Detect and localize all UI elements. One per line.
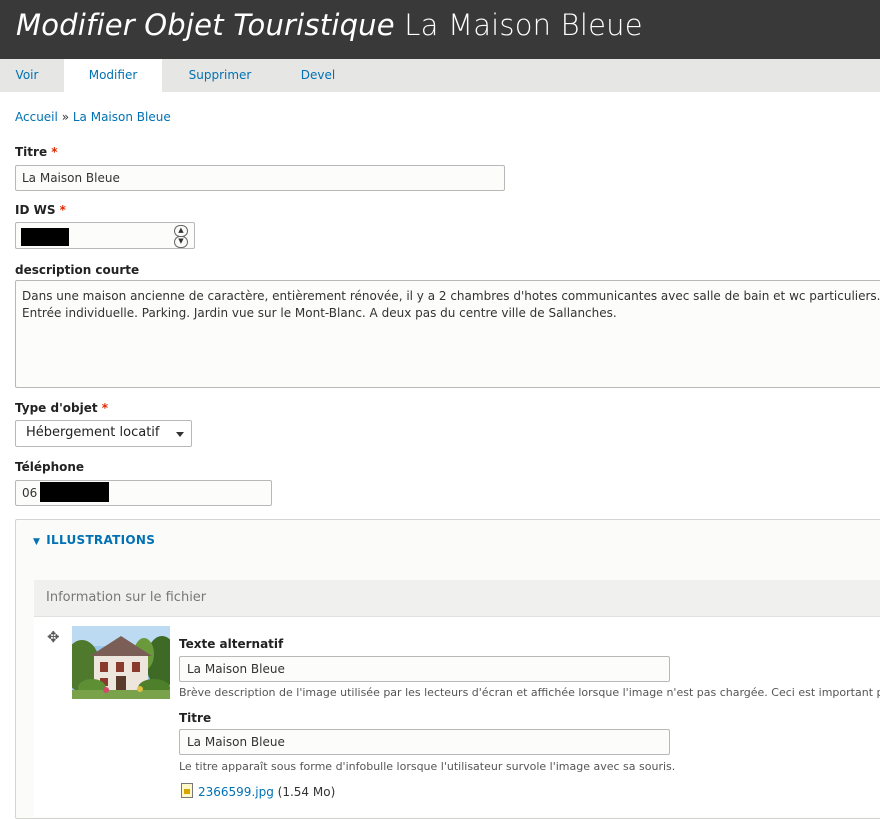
breadcrumb: Accueil » La Maison Bleue	[15, 110, 171, 124]
number-spinner[interactable]: ▲ ▼	[174, 225, 188, 248]
alt-text-label: Texte alternatif	[179, 637, 284, 651]
file-size: (1.54 Mo)	[277, 785, 336, 799]
image-title-input[interactable]: La Maison Bleue	[179, 729, 670, 755]
breadcrumb-current-link[interactable]: La Maison Bleue	[73, 110, 171, 124]
tab-supprimer[interactable]: Supprimer	[162, 59, 278, 92]
breadcrumb-separator: »	[61, 110, 70, 124]
redacted-block	[21, 228, 69, 246]
illustrations-toggle[interactable]: ▼ Illustrations	[33, 533, 155, 547]
titre-label: Titre *	[15, 145, 58, 159]
breadcrumb-home-link[interactable]: Accueil	[15, 110, 58, 124]
description-label: description courte	[15, 263, 140, 277]
drag-handle-icon[interactable]: ✥	[47, 628, 60, 646]
type-objet-label-text: Type d'objet	[15, 401, 98, 415]
telephone-prefix: 06	[22, 486, 38, 500]
file-entry: 2366599.jpg (1.54 Mo)	[181, 783, 335, 799]
chevron-down-icon[interactable]: ▼	[174, 236, 188, 248]
image-title-description: Le titre apparaît sous forme d'infobulle…	[179, 760, 676, 773]
titre-input[interactable]: La Maison Bleue	[15, 165, 505, 191]
tab-voir[interactable]: Voir	[0, 59, 54, 92]
caret-down-icon	[176, 432, 184, 437]
primary-tabs: Voir Modifier Supprimer Devel	[0, 59, 880, 92]
illustrations-legend-text: Illustrations	[46, 533, 156, 547]
tab-modifier[interactable]: Modifier	[64, 59, 162, 92]
id-ws-label: ID WS *	[15, 203, 66, 217]
page-title: Modifier Objet Touristique La Maison Ble…	[16, 8, 643, 42]
page-title-name: La Maison Bleue	[404, 8, 643, 42]
id-ws-label-text: ID WS	[15, 203, 56, 217]
telephone-label: Téléphone	[15, 460, 85, 474]
type-objet-label: Type d'objet *	[15, 401, 108, 415]
triangle-down-icon: ▼	[33, 537, 41, 547]
alt-text-description: Brève description de l'image utilisée pa…	[179, 686, 880, 699]
titre-label-text: Titre	[15, 145, 48, 159]
page-header: Modifier Objet Touristique La Maison Ble…	[0, 0, 880, 59]
required-mark: *	[59, 203, 66, 217]
file-info-header: Information sur le fichier	[34, 580, 880, 617]
image-title-label: Titre	[179, 711, 212, 725]
required-mark: *	[51, 145, 58, 159]
required-mark: *	[101, 401, 109, 415]
file-info-header-text: Information sur le fichier	[46, 590, 207, 605]
image-file-icon	[181, 783, 193, 798]
type-objet-select[interactable]: Hébergement locatif	[15, 420, 192, 447]
file-name-link[interactable]: 2366599.jpg	[198, 785, 274, 799]
redacted-block	[40, 482, 109, 502]
type-objet-selected: Hébergement locatif	[26, 425, 160, 440]
page-title-type: Modifier Objet Touristique	[16, 8, 395, 42]
description-textarea[interactable]: Dans une maison ancienne de caractère, e…	[15, 280, 880, 388]
alt-text-input[interactable]: La Maison Bleue	[179, 656, 670, 682]
tab-devel[interactable]: Devel	[278, 59, 358, 92]
image-thumbnail[interactable]	[72, 626, 170, 699]
